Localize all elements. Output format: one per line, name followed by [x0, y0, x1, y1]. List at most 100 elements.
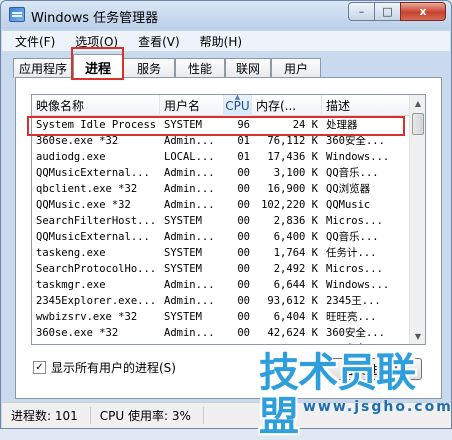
process-list: 映像名称 用户名 ▲ CPU 内存(... 描述 System Idle Pro… [31, 94, 426, 345]
process-row[interactable]: 360se.exe *32 Admin...0010,920 K 360安全... [32, 341, 410, 344]
process-row[interactable]: QQMusicExternal... Admin... 00 3,100 K QQ音乐.… [32, 165, 410, 181]
process-user-cell: Admin... [164, 279, 215, 291]
minimize-button[interactable]: – [348, 2, 375, 21]
title-bar[interactable]: Windows 任务管理器 – □ x [1, 1, 451, 29]
tab-users[interactable]: 用户 [271, 58, 321, 78]
process-mem-cell: 17,436 K [267, 151, 318, 163]
show-all-processes-option[interactable]: ✓ 显示所有用户的进程(S) [33, 359, 176, 376]
process-user-cell: Admin... [164, 183, 215, 195]
process-cpu-cell: 00 [237, 279, 250, 291]
process-cpu-cell: 00 [237, 183, 250, 195]
column-user-name[interactable]: 用户名 [160, 95, 224, 116]
process-user-cell: Admin... [164, 341, 222, 344]
process-mem-cell: 42,624 K [267, 327, 318, 339]
process-name-cell: 2345Explorer.exe... [36, 295, 157, 307]
process-row[interactable]: System Idle Process SYSTEM 96 24 K 处理器 [32, 117, 410, 133]
process-user-cell: SYSTEM [164, 119, 202, 131]
column-memory[interactable]: 内存(... [252, 95, 322, 116]
process-user-cell: SYSTEM [164, 215, 202, 227]
process-row[interactable]: qbclient.exe *32 Admin... 00 16,900 K QQ浏览器 [32, 181, 410, 197]
tab-networking[interactable]: 联网 [225, 58, 271, 78]
process-name-cell: taskeng.exe [36, 247, 106, 259]
process-cpu-cell: 00 [237, 263, 250, 275]
process-mem-cell: 3,100 K [273, 167, 318, 179]
process-user-cell: Admin... [164, 231, 215, 243]
menu-help[interactable]: 帮助(H) [187, 33, 249, 50]
process-row[interactable]: QQMusicExternal... Admin... 00 6,400 K QQ音乐.… [32, 229, 410, 245]
process-user-cell: LOCAL... [164, 151, 215, 163]
show-all-checkbox[interactable]: ✓ [33, 361, 46, 374]
process-name-cell: 360se.exe *32 [36, 327, 119, 339]
window-controls: – □ x [348, 2, 446, 21]
process-mem-cell: 2,836 K [273, 215, 318, 227]
menu-options[interactable]: 选项(O) [62, 33, 125, 50]
process-user-cell: Admin... [164, 167, 215, 179]
process-desc-cell: 任务计... [326, 247, 377, 259]
process-mem-cell: 1,764 K [273, 247, 318, 259]
column-description[interactable]: 描述 [322, 95, 410, 116]
tab-performance[interactable]: 性能 [175, 58, 225, 78]
process-cpu-cell: 00 [237, 199, 250, 211]
process-desc-cell: 旺旺亮... [326, 311, 377, 323]
process-user-cell: SYSTEM [164, 263, 202, 275]
process-name-cell: taskmgr.exe [36, 279, 106, 291]
cpu-usage: CPU 使用率: 3% [91, 407, 204, 424]
tab-services[interactable]: 服务 [123, 58, 175, 78]
process-user-cell: SYSTEM [164, 311, 202, 323]
sort-ascending-icon: ▲ [234, 94, 241, 101]
watermark-url: www.jsgho.com [303, 399, 452, 415]
tab-processes[interactable]: 进程 [73, 54, 123, 79]
scroll-down-icon[interactable]: ▼ [410, 328, 425, 344]
menu-file[interactable]: 文件(F) [2, 33, 62, 50]
process-row[interactable]: SearchFilterHost... SYSTEM 00 2,836 K Micros… [32, 213, 410, 229]
process-desc-cell: QQ音乐... [326, 167, 379, 179]
menu-view[interactable]: 查看(V) [125, 33, 187, 50]
process-row[interactable]: 360se.exe *32 Admin... 01 76,112 K 360安全... [32, 133, 410, 149]
process-cpu-cell: 00 [237, 327, 250, 339]
vertical-scrollbar[interactable]: ▲ ▼ [409, 95, 425, 344]
process-mem-cell: 10,920 K [252, 341, 318, 344]
process-mem-cell: 93,612 K [267, 295, 318, 307]
process-row[interactable]: wwbizsrv.exe *32 SYSTEM 00 6,404 K 旺旺亮... [32, 309, 410, 325]
process-cpu-cell: 01 [237, 151, 250, 163]
process-row[interactable]: SearchProtocolHo... SYSTEM 00 2,492 K Micros… [32, 261, 410, 277]
process-desc-cell: Windows... [326, 151, 390, 163]
scroll-up-icon[interactable]: ▲ [410, 95, 425, 111]
process-row[interactable]: 2345Explorer.exe... Admin... 00 93,612 K 234… [32, 293, 410, 309]
process-row[interactable]: audiodg.exe LOCAL... 01 17,436 K Windows... [32, 149, 410, 165]
process-mem-cell: 24 K [292, 119, 318, 131]
watermark-logo: 技术员联盟 [259, 350, 416, 440]
process-user-cell: Admin... [164, 327, 215, 339]
process-name-cell: 360se.exe *32 [36, 341, 158, 344]
column-image-name[interactable]: 映像名称 [32, 95, 160, 116]
process-desc-cell: 处理器 [326, 119, 358, 131]
menu-bar: 文件(F) 选项(O) 查看(V) 帮助(H) [2, 31, 450, 51]
process-row[interactable]: taskmgr.exe Admin... 00 6,644 K Windows... [32, 277, 410, 293]
process-cpu-cell: 00 [237, 167, 250, 179]
process-mem-cell: 6,644 K [273, 279, 318, 291]
process-user-cell: Admin... [164, 199, 215, 211]
close-button[interactable]: x [400, 2, 446, 21]
tab-applications[interactable]: 应用程序 [13, 58, 73, 78]
scroll-thumb[interactable] [412, 113, 424, 135]
task-manager-window: Windows 任务管理器 – □ x 文件(F) 选项(O) 查看(V) 帮助… [0, 0, 452, 439]
process-cpu-cell: 96 [237, 119, 250, 131]
process-name-cell: System Idle Process [36, 119, 157, 131]
process-row[interactable]: taskeng.exe SYSTEM 00 1,764 K 任务计... [32, 245, 410, 261]
process-name-cell: SearchFilterHost... [36, 215, 157, 227]
process-row[interactable]: QQMusic.exe *32 Admin... 00 102,220 K QQMusi… [32, 197, 410, 213]
column-cpu[interactable]: ▲ CPU [224, 95, 252, 116]
process-name-cell: wwbizsrv.exe *32 [36, 311, 138, 323]
maximize-button[interactable]: □ [374, 2, 401, 21]
process-user-cell: Admin... [164, 135, 215, 147]
process-cpu-cell: 01 [237, 135, 250, 147]
process-rows: System Idle Process SYSTEM 96 24 K 处理器 360se.… [32, 117, 410, 344]
process-desc-cell: QQMusic [326, 199, 371, 211]
process-mem-cell: 76,112 K [267, 135, 318, 147]
process-row[interactable]: 360se.exe *32 Admin... 00 42,624 K 360安全... [32, 325, 410, 341]
task-manager-icon [9, 7, 25, 22]
process-cpu-cell: 00 [237, 247, 250, 259]
process-name-cell: QQMusicExternal... [36, 167, 150, 179]
process-name-cell: QQMusic.exe *32 [36, 199, 131, 211]
process-name-cell: 360se.exe *32 [36, 135, 119, 147]
